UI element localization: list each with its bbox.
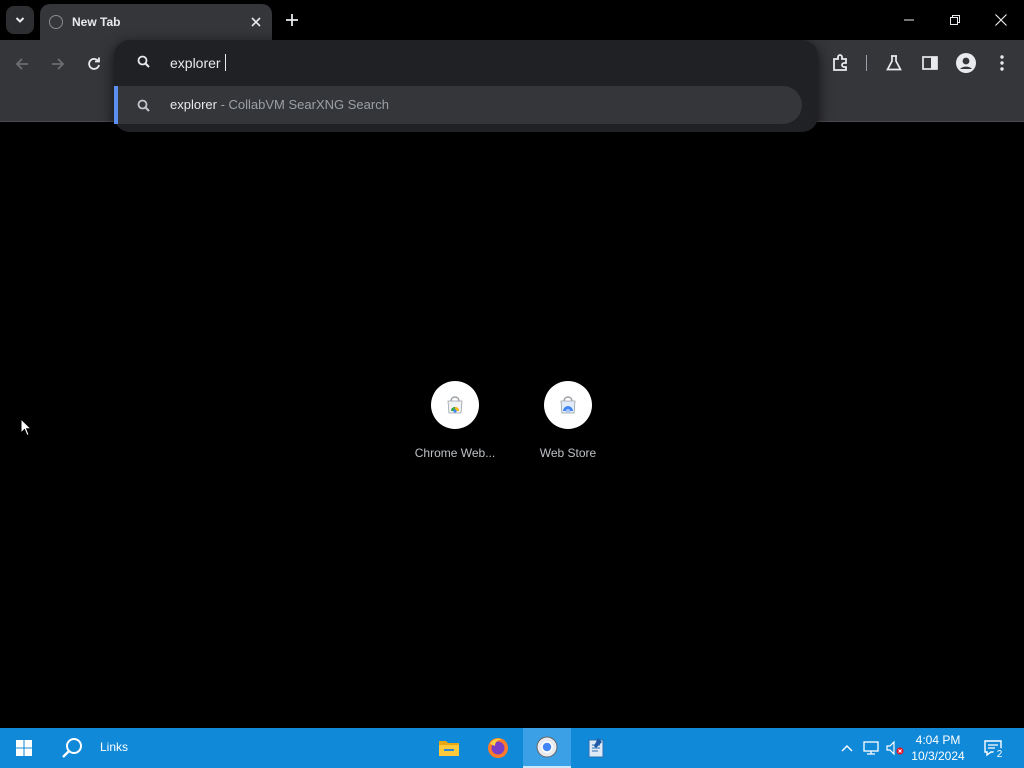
taskbar-firefox[interactable]	[474, 728, 522, 768]
chevron-down-icon	[14, 14, 26, 26]
web-store-icon	[560, 396, 576, 414]
chrome-icon	[536, 736, 558, 758]
volume-muted-icon	[886, 740, 904, 756]
plus-icon	[286, 14, 298, 26]
omnibox-suggestion[interactable]: explorer - CollabVM SearXNG Search	[114, 86, 802, 124]
close-window-button[interactable]	[978, 0, 1024, 40]
side-panel-button[interactable]	[916, 49, 944, 77]
restore-icon	[950, 15, 960, 25]
extensions-button[interactable]	[826, 49, 854, 77]
chrome-web-store-icon	[447, 396, 463, 414]
minimize-icon	[904, 19, 914, 21]
back-button[interactable]	[8, 50, 36, 78]
minimize-button[interactable]	[886, 0, 932, 40]
text-caret	[225, 54, 226, 71]
omnibox-input[interactable]: explorer	[170, 54, 224, 72]
tab-search-button[interactable]	[6, 6, 34, 34]
network-icon	[863, 741, 879, 755]
tab-new-tab[interactable]: New Tab	[40, 4, 272, 40]
notification-count-badge: 2	[993, 748, 1006, 761]
arrow-right-icon	[52, 58, 65, 70]
shortcut-chrome-web-store[interactable]: Chrome Web...	[407, 381, 503, 460]
suggestion-engine: CollabVM SearXNG Search	[228, 97, 389, 112]
suggestion-query: explorer	[170, 97, 217, 112]
forward-button[interactable]	[44, 50, 72, 78]
puzzle-icon	[833, 54, 847, 71]
windows-taskbar: Links 4:04 PM 10/3/2024	[0, 728, 1024, 768]
suggestion-separator: -	[216, 97, 229, 112]
start-button[interactable]	[0, 728, 48, 768]
shortcut-tile	[544, 381, 592, 429]
menu-button[interactable]	[988, 49, 1016, 77]
search-icon	[136, 54, 152, 70]
volume-tray-icon-button[interactable]	[884, 728, 906, 768]
tab-close-button[interactable]	[246, 12, 266, 32]
shortcut-tile	[431, 381, 479, 429]
taskbar-file-explorer[interactable]	[426, 728, 472, 768]
suggestion-text: explorer - CollabVM SearXNG Search	[170, 97, 389, 113]
shortcut-label: Chrome Web...	[414, 446, 496, 460]
new-tab-button[interactable]	[280, 8, 304, 32]
side-panel-icon	[922, 56, 938, 70]
chevron-up-icon	[841, 745, 853, 752]
close-icon	[251, 17, 261, 27]
firefox-icon	[488, 738, 508, 758]
windows-logo-icon	[16, 740, 32, 756]
taskbar-notepad[interactable]	[572, 728, 620, 768]
title-bar: New Tab	[0, 0, 1024, 40]
search-icon	[62, 738, 82, 758]
suggestion-selection-indicator	[114, 86, 118, 124]
search-icon	[136, 98, 152, 114]
flask-icon	[886, 55, 902, 71]
file-explorer-icon	[439, 741, 459, 756]
clock-date: 10/3/2024	[911, 749, 965, 763]
network-tray-icon-button[interactable]	[860, 728, 882, 768]
mouse-cursor-icon	[20, 418, 32, 437]
avatar-icon	[956, 53, 976, 73]
reload-icon	[88, 57, 100, 70]
show-hidden-icons-button[interactable]	[836, 728, 858, 768]
links-toolbar-label[interactable]: Links	[100, 740, 128, 754]
toolbar-divider	[866, 55, 867, 71]
shortcut-web-store[interactable]: Web Store	[520, 381, 616, 460]
close-icon	[995, 14, 1007, 26]
clock-time: 4:04 PM	[915, 733, 961, 747]
action-center-button[interactable]	[976, 728, 1010, 768]
tab-title: New Tab	[72, 15, 121, 29]
profile-button[interactable]	[952, 49, 980, 77]
shortcut-label: Web Store	[539, 446, 597, 460]
restore-button[interactable]	[932, 0, 978, 40]
labs-button[interactable]	[880, 49, 908, 77]
more-vertical-icon	[1000, 55, 1004, 71]
omnibox-popup: explorer explorer - CollabVM SearXNG Sea…	[114, 40, 818, 132]
new-tab-favicon-icon	[49, 15, 63, 29]
taskbar-search-button[interactable]	[52, 728, 92, 768]
taskbar-clock[interactable]: 4:04 PM 10/3/2024	[906, 732, 970, 764]
notepad-icon	[588, 738, 604, 758]
reload-button[interactable]	[80, 50, 108, 78]
taskbar-chrome[interactable]	[523, 728, 571, 768]
arrow-left-icon	[15, 58, 28, 70]
